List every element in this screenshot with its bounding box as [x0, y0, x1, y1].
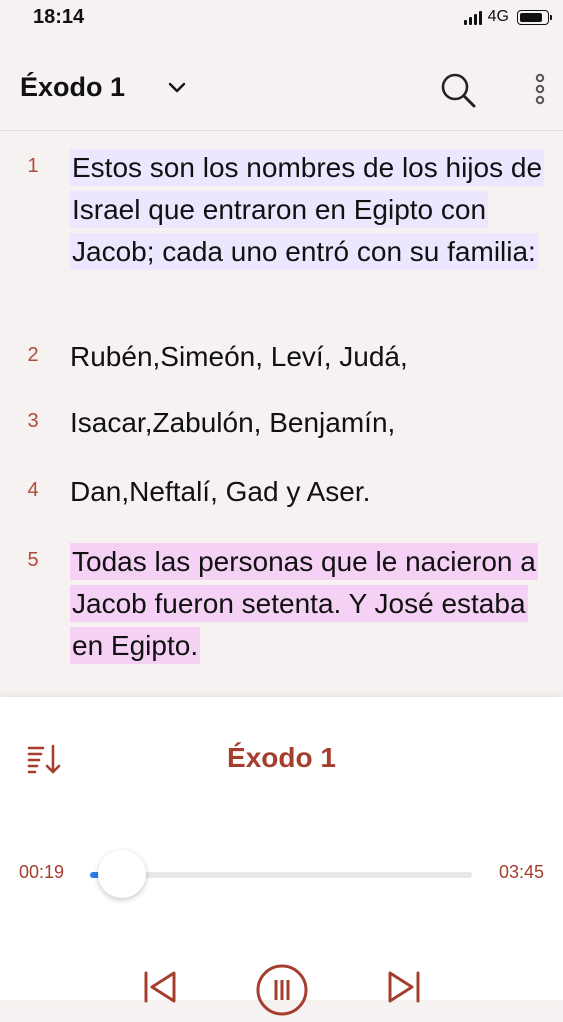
more-vertical-icon	[535, 73, 545, 105]
more-options-button[interactable]	[530, 70, 550, 110]
verse-text: Isacar,Zabulón, Benjamín,	[70, 407, 396, 438]
battery-level	[520, 12, 543, 22]
verse-number: 3	[27, 410, 39, 432]
search-icon	[441, 73, 476, 108]
elapsed-time: 00:19	[19, 862, 65, 882]
page-title: Éxodo 1	[20, 72, 126, 102]
progress-slider[interactable]	[90, 850, 472, 898]
verse-text: Todas las personas que le nacieron a Jac…	[70, 541, 562, 667]
progress-thumb[interactable]	[98, 850, 147, 898]
verse-text: Rubén,Simeón, Leví, Judá,	[70, 341, 408, 372]
battery-icon	[517, 9, 552, 25]
status-bar: 18:14 4G	[0, 0, 563, 36]
skip-previous-icon	[144, 971, 176, 1003]
verse-highlight: Estos son los nombres de los hijos de Is…	[70, 149, 545, 270]
skip-next-icon	[388, 971, 420, 1003]
status-indicators: 4G	[463, 8, 552, 26]
chapter-text: 1 Estos son los nombres de los hijos de …	[0, 131, 563, 696]
verse-highlight: Todas las personas que le nacieron a Jac…	[70, 543, 538, 664]
verse-text: Dan,Neftalí, Gad y Aser.	[70, 476, 371, 507]
total-time: 03:45	[498, 862, 544, 882]
next-button[interactable]	[384, 967, 424, 1007]
signal-icon	[463, 9, 482, 25]
network-type: 4G	[487, 8, 509, 25]
verse-number: 2	[27, 344, 39, 366]
audio-player: Éxodo 1 00:19 03:45	[0, 697, 563, 1016]
verse-number: 4	[27, 479, 39, 501]
verse-text: Estos son los nombres de los hijos de Is…	[70, 147, 562, 273]
chapter-selector[interactable]: Éxodo 1	[20, 72, 189, 103]
pause-button[interactable]	[255, 963, 309, 1017]
search-button[interactable]	[438, 70, 478, 110]
verse-number: 5	[27, 549, 39, 571]
top-app-bar: Éxodo 1	[0, 36, 563, 131]
verse-number: 1	[27, 155, 39, 177]
player-title: Éxodo 1	[227, 742, 336, 773]
chevron-down-icon	[168, 82, 186, 92]
pause-icon	[256, 964, 308, 1016]
status-time: 18:14	[33, 6, 85, 28]
previous-button[interactable]	[140, 967, 180, 1007]
